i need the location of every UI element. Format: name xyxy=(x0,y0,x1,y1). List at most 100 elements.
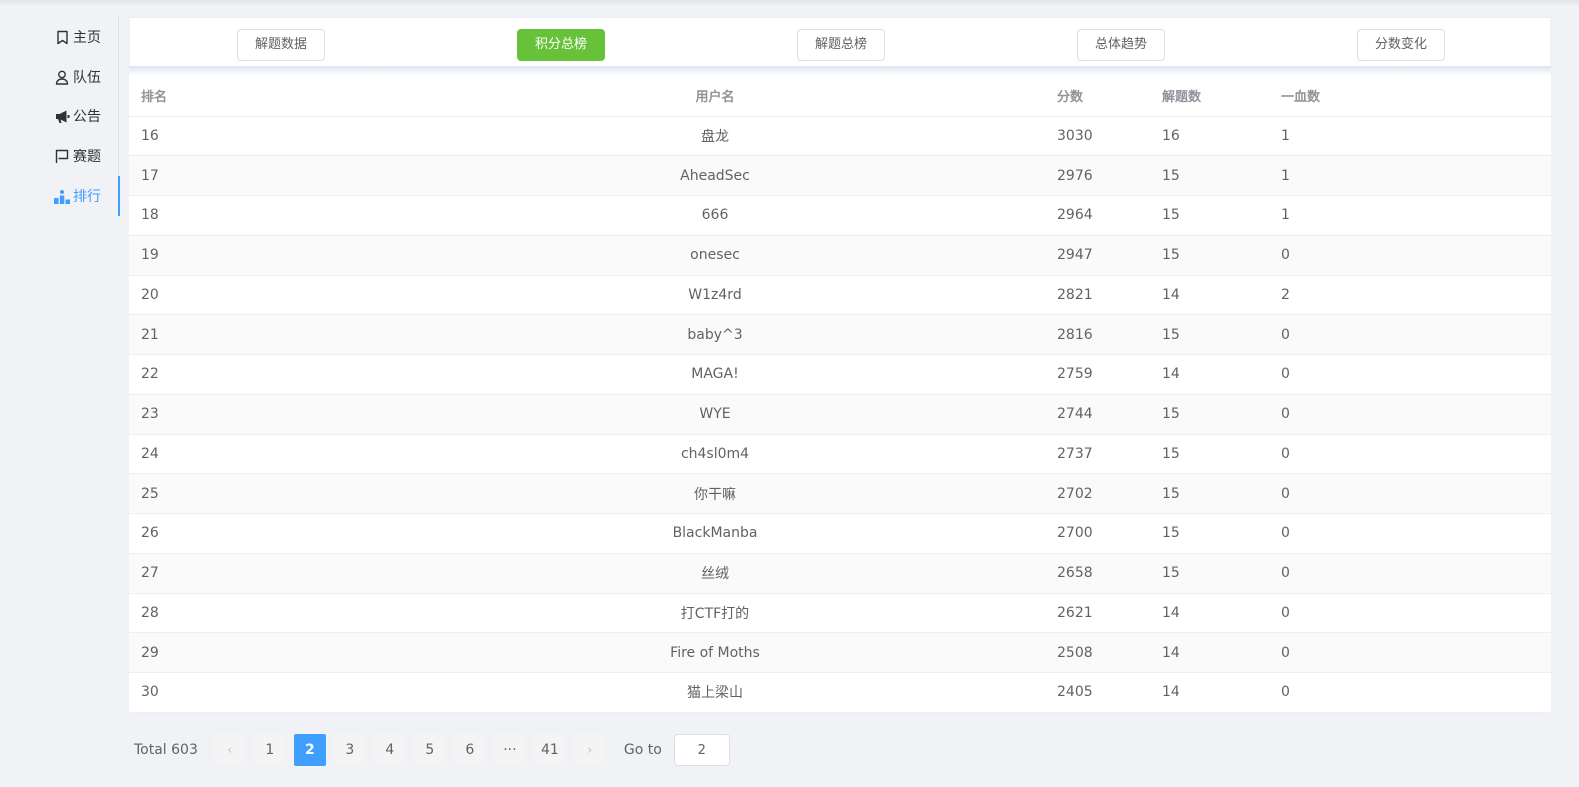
prev-page-button[interactable]: ‹ xyxy=(213,734,246,766)
sidebar-item-home[interactable]: 主页 xyxy=(0,17,119,57)
user-icon xyxy=(54,69,70,85)
tab-score-ranking[interactable]: 积分总榜 xyxy=(517,29,605,61)
rank-cell: 22 xyxy=(129,354,385,395)
username-cell: 你干嘛 xyxy=(385,473,1045,514)
rank-cell: 25 xyxy=(129,473,385,514)
username-cell: 666 xyxy=(385,195,1045,236)
tab-overall-trend[interactable]: 总体趋势 xyxy=(1077,29,1165,61)
solves-cell: 16 xyxy=(1150,116,1269,157)
rank-cell: 21 xyxy=(129,314,385,355)
spacer-cell xyxy=(1368,394,1551,435)
score-cell: 2508 xyxy=(1045,632,1150,673)
solves-cell: 14 xyxy=(1150,275,1269,316)
rank-cell: 24 xyxy=(129,434,385,475)
spacer-cell xyxy=(1368,195,1551,236)
table-row[interactable]: 26 BlackManba 2700 15 0 xyxy=(129,513,1551,554)
username-cell: baby^3 xyxy=(385,314,1045,355)
score-cell: 2759 xyxy=(1045,354,1150,395)
chevron-right-icon: › xyxy=(587,742,593,758)
spacer-cell xyxy=(1368,275,1551,316)
tab-solve-ranking[interactable]: 解题总榜 xyxy=(797,29,885,61)
column-header-first-bloods[interactable]: 一血数 xyxy=(1269,76,1368,117)
solves-cell: 15 xyxy=(1150,235,1269,276)
table-row[interactable]: 30 猫上梁山 2405 14 0 xyxy=(129,672,1551,713)
page-button-41[interactable]: 41 xyxy=(533,734,566,766)
first-bloods-cell: 0 xyxy=(1269,354,1368,395)
table-row[interactable]: 21 baby^3 2816 15 0 xyxy=(129,314,1551,355)
first-bloods-cell: 0 xyxy=(1269,672,1368,713)
page-button-2[interactable]: 2 xyxy=(293,734,326,766)
username-cell: 打CTF打的 xyxy=(385,593,1045,634)
score-cell: 2702 xyxy=(1045,473,1150,514)
column-header-score[interactable]: 分数 xyxy=(1045,76,1150,117)
sidebar-item-challenges[interactable]: 赛题 xyxy=(0,136,119,176)
page-button-5[interactable]: 5 xyxy=(413,734,446,766)
score-cell: 2947 xyxy=(1045,235,1150,276)
sidebar-item-ranking[interactable]: 排行 xyxy=(0,176,120,216)
rank-cell: 28 xyxy=(129,593,385,634)
megaphone-icon xyxy=(54,108,70,124)
first-bloods-cell: 1 xyxy=(1269,195,1368,236)
total-count: Total 603 xyxy=(134,742,198,758)
username-cell: BlackManba xyxy=(385,513,1045,554)
solves-cell: 15 xyxy=(1150,434,1269,475)
page-button-3[interactable]: 3 xyxy=(333,734,366,766)
page-button-1[interactable]: 1 xyxy=(253,734,286,766)
spacer-cell xyxy=(1368,434,1551,475)
goto-page-input[interactable] xyxy=(673,734,730,766)
first-bloods-cell: 0 xyxy=(1269,513,1368,554)
more-pages-button[interactable]: ··· xyxy=(493,734,526,766)
table-row[interactable]: 29 Fire of Moths 2508 14 0 xyxy=(129,632,1551,673)
table-header-row: 排名 用户名 分数 解题数 一血数 xyxy=(129,76,1551,117)
table-row[interactable]: 27 丝绒 2658 15 0 xyxy=(129,553,1551,594)
next-page-button[interactable]: › xyxy=(573,734,606,766)
username-cell: WYE xyxy=(385,394,1045,435)
first-bloods-cell: 0 xyxy=(1269,314,1368,355)
top-shadow xyxy=(0,0,1579,6)
table-row[interactable]: 18 666 2964 15 1 xyxy=(129,195,1551,236)
score-cell: 2621 xyxy=(1045,593,1150,634)
first-bloods-cell: 0 xyxy=(1269,394,1368,435)
username-cell: AheadSec xyxy=(385,155,1045,196)
tab-score-change[interactable]: 分数变化 xyxy=(1357,29,1445,61)
goto-label: Go to xyxy=(623,742,662,758)
sidebar-item-label: 赛题 xyxy=(73,149,101,165)
table-row[interactable]: 19 onesec 2947 15 0 xyxy=(129,235,1551,276)
page-button-4[interactable]: 4 xyxy=(373,734,406,766)
username-cell: W1z4rd xyxy=(385,275,1045,316)
sidebar-item-label: 排行 xyxy=(73,189,101,205)
column-header-username[interactable]: 用户名 xyxy=(385,76,1045,117)
table-row[interactable]: 23 WYE 2744 15 0 xyxy=(129,394,1551,435)
table-row[interactable]: 22 MAGA! 2759 14 0 xyxy=(129,354,1551,395)
first-bloods-cell: 0 xyxy=(1269,473,1368,514)
table-row[interactable]: 25 你干嘛 2702 15 0 xyxy=(129,473,1551,514)
table-row[interactable]: 24 ch4sl0m4 2737 15 0 xyxy=(129,434,1551,475)
solves-cell: 15 xyxy=(1150,394,1269,435)
spacer-cell xyxy=(1368,473,1551,514)
table-row[interactable]: 28 打CTF打的 2621 14 0 xyxy=(129,593,1551,634)
column-header-solves[interactable]: 解题数 xyxy=(1150,76,1269,117)
sidebar-item-team[interactable]: 队伍 xyxy=(0,57,119,97)
pagination: Total 603 ‹ 1 2 3 4 5 6 ··· 41 › Go to xyxy=(134,734,730,766)
column-header-spacer xyxy=(1368,76,1551,117)
ranking-panel: 解题数据 积分总榜 解题总榜 总体趋势 分数变化 排名 用户名 分数 解题数 一… xyxy=(129,17,1551,713)
table-row[interactable]: 16 盘龙 3030 16 1 xyxy=(129,116,1551,157)
rank-cell: 23 xyxy=(129,394,385,435)
column-header-rank[interactable]: 排名 xyxy=(129,76,385,117)
score-cell: 2744 xyxy=(1045,394,1150,435)
page-button-6[interactable]: 6 xyxy=(453,734,486,766)
spacer-cell xyxy=(1368,632,1551,673)
spacer-cell xyxy=(1368,155,1551,196)
solves-cell: 15 xyxy=(1150,155,1269,196)
solves-cell: 15 xyxy=(1150,553,1269,594)
table-row[interactable]: 20 W1z4rd 2821 14 2 xyxy=(129,275,1551,316)
score-cell: 3030 xyxy=(1045,116,1150,157)
score-cell: 2964 xyxy=(1045,195,1150,236)
rank-cell: 17 xyxy=(129,155,385,196)
chevron-left-icon: ‹ xyxy=(227,742,233,758)
sidebar-item-notice[interactable]: 公告 xyxy=(0,96,119,136)
table-row[interactable]: 17 AheadSec 2976 15 1 xyxy=(129,155,1551,196)
username-cell: Fire of Moths xyxy=(385,632,1045,673)
spacer-cell xyxy=(1368,354,1551,395)
tab-solve-data[interactable]: 解题数据 xyxy=(237,29,325,61)
